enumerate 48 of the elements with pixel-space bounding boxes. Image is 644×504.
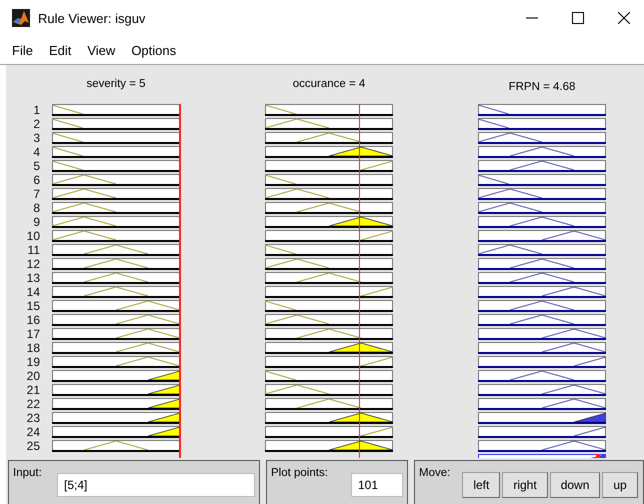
input-label: Input:: [13, 467, 42, 479]
variable-title: occurance = 4: [292, 78, 366, 90]
app-icon: [12, 9, 30, 27]
menu-item[interactable]: File: [12, 42, 33, 58]
rule-number: 15: [26, 300, 40, 314]
menu-item[interactable]: View: [87, 42, 116, 58]
rule-number: 17: [26, 328, 40, 342]
rule-number: 1: [33, 104, 40, 118]
rule-number: 19: [26, 356, 40, 370]
plot-points-field[interactable]: 101: [351, 472, 403, 496]
plot-points-label: Plot points:: [271, 467, 328, 479]
rule-number: 2: [33, 118, 40, 132]
rule-number: 24: [26, 426, 40, 440]
close-icon[interactable]: [618, 12, 630, 24]
rule-number: 11: [28, 244, 40, 258]
rule-number: 3: [33, 132, 40, 146]
move-button[interactable]: left: [462, 472, 500, 498]
menu-item[interactable]: Options: [131, 42, 176, 58]
input-value-line[interactable]: [179, 104, 180, 458]
input-field[interactable]: [5;4]: [57, 472, 255, 496]
rule-number: 9: [33, 216, 40, 230]
rule-number: 10: [26, 230, 40, 244]
rule-number: 8: [33, 202, 40, 216]
rule-number: 6: [33, 174, 40, 188]
rule-number: 13: [26, 272, 40, 286]
output-marker: [596, 454, 600, 458]
menu-item[interactable]: Edit: [48, 42, 72, 58]
move-label: Move:: [419, 467, 450, 479]
move-button[interactable]: right: [502, 472, 548, 498]
input-value-line[interactable]: [358, 104, 360, 458]
maximize-icon[interactable]: [572, 12, 584, 24]
rule-number: 4: [33, 146, 40, 160]
rule-number: 14: [26, 286, 40, 300]
rule-number: 22: [26, 398, 40, 412]
rule-number: 25: [26, 440, 40, 454]
variable-title: FRPN = 4.68: [508, 81, 576, 93]
rule-number: 7: [33, 188, 40, 202]
move-button[interactable]: up: [602, 472, 638, 498]
move-button[interactable]: down: [550, 472, 600, 498]
rule-number: 23: [26, 412, 40, 426]
variable-title: severity = 5: [86, 78, 146, 90]
rule-number: 12: [26, 258, 40, 272]
rule-number: 20: [26, 370, 40, 384]
rule-number: 18: [26, 342, 40, 356]
window-title: Rule Viewer: isguv: [38, 10, 146, 26]
rule-number: 16: [26, 314, 40, 328]
rule-number: 5: [33, 160, 40, 174]
rule-number: 21: [26, 384, 40, 398]
